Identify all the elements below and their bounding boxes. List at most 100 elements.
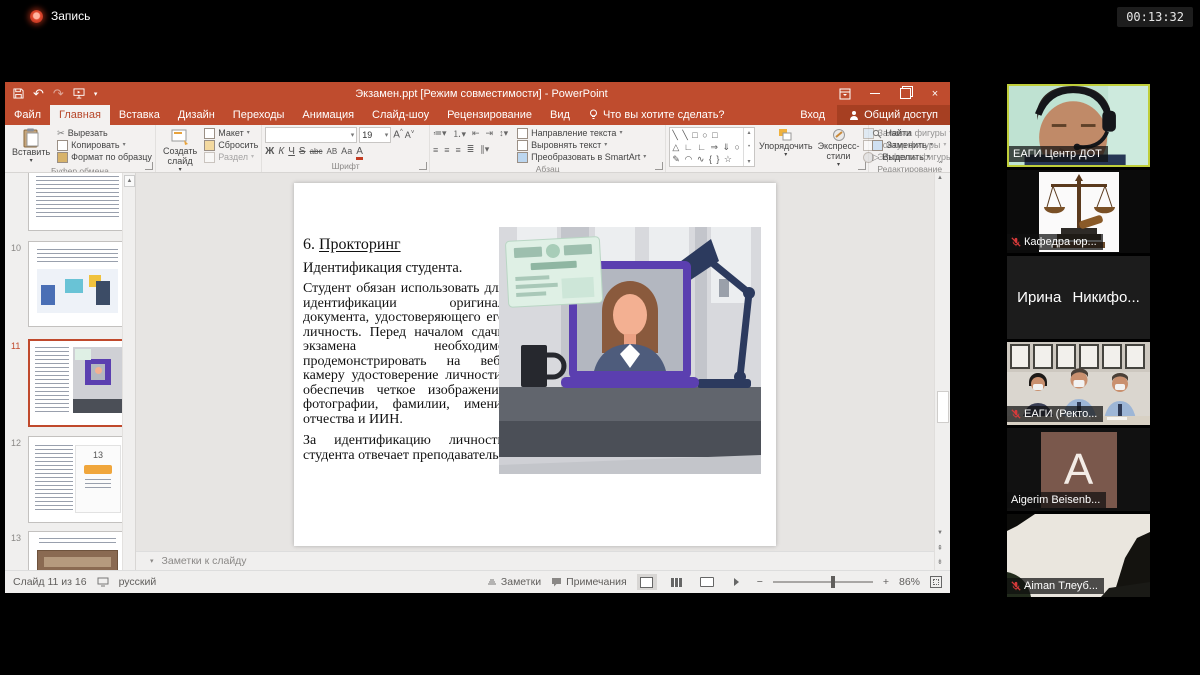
notes-toggle[interactable]: Заметки [487,576,541,588]
tab-review[interactable]: Рецензирование [438,105,541,125]
start-slideshow-icon[interactable] [73,88,85,99]
tab-file[interactable]: Файл [5,105,50,125]
paragraph-dialog-launcher[interactable] [655,162,663,170]
increase-indent-button[interactable]: ⇥ [486,128,494,139]
slide-11[interactable]: 6. Прокторинг Идентификация студента. Ст… [294,183,776,546]
font-dialog-launcher[interactable] [419,162,427,170]
sign-in-button[interactable]: Вход [788,105,837,125]
save-icon[interactable] [13,88,24,99]
normal-view-button[interactable] [637,574,657,590]
tab-home[interactable]: Главная [50,105,110,125]
clipboard-dialog-launcher[interactable] [145,162,153,170]
scrollbar-thumb[interactable] [937,391,949,423]
scroll-up-icon[interactable]: ▲ [937,175,943,181]
shapes-scroll[interactable]: ▴•▾ [743,128,754,166]
underline-button[interactable]: Ч [288,146,295,157]
reading-view-button[interactable] [697,574,717,590]
zoom-slider[interactable] [773,581,873,583]
arrange-button[interactable]: Упорядочить▾ [758,127,814,159]
language-indicator[interactable]: русский [119,576,157,588]
select-button[interactable]: ▷Выделить▾ [872,152,947,163]
zoom-in-button[interactable]: + [883,576,889,588]
participant-tile-irina[interactable]: Ирина Никифо... [1007,256,1150,339]
format-painter-button[interactable]: Формат по образцу [57,152,152,163]
line-spacing-button[interactable]: ↕▾ [499,128,508,139]
restore-button[interactable] [890,82,920,105]
tab-animations[interactable]: Анимация [293,105,363,125]
participant-tile-eagi-rector[interactable]: ЕАГИ (Ректо... [1007,342,1150,425]
shapes-gallery[interactable]: ╲ ╲ □ ○ □ △ ∟ ∟ ⇒ ⇓ ○ ✎ ◠ ∿ { } ☆ ▴•▾ [669,127,755,167]
ribbon-display-options-icon[interactable] [830,82,860,105]
share-button[interactable]: Общий доступ [837,105,950,125]
grow-font-button[interactable]: А^ [393,129,403,140]
tab-insert[interactable]: Вставка [110,105,169,125]
thumbnail-scrollbar[interactable]: ▲ [122,173,135,570]
font-size-combo[interactable]: 19▾ [359,127,391,143]
tab-view[interactable]: Вид [541,105,579,125]
replace-button[interactable]: Заменить▾ [872,140,947,151]
columns-button[interactable]: ∥▾ [480,144,489,155]
scroll-up-icon[interactable]: ▲ [124,175,135,187]
notes-splitter-icon[interactable]: ▾ [150,557,154,565]
copy-button[interactable]: Копировать▾ [57,140,152,151]
tab-slideshow[interactable]: Слайд-шоу [363,105,438,125]
participant-tile-eagi-dot[interactable]: ЕАГИ Центр ДОТ [1007,84,1150,167]
layout-button[interactable]: Макет▾ [204,128,258,139]
align-right-button[interactable]: ≡ [455,145,460,155]
new-slide-button[interactable]: Создать слайд▾ [159,127,201,173]
slide-sorter-view-button[interactable] [667,574,687,590]
zoom-level[interactable]: 86% [899,576,920,588]
reset-button[interactable]: Сбросить [204,140,258,151]
thumbnail-slide-11-selected[interactable] [28,339,129,427]
decrease-indent-button[interactable]: ⇤ [472,128,480,139]
paste-button[interactable]: Вставить▾ [8,127,54,165]
align-center-button[interactable]: ≡ [444,145,449,155]
numbering-button[interactable]: ⒈▾ [452,127,466,140]
display-settings-icon[interactable] [97,577,109,587]
char-spacing-button[interactable]: АВ [327,147,338,156]
thumbnail-slide-13[interactable] [28,531,127,570]
fit-slide-button[interactable] [930,576,942,588]
close-button[interactable]: × [920,82,950,105]
text-direction-button[interactable]: Направление текста▾ [517,128,646,139]
font-name-combo[interactable]: ▾ [265,127,357,143]
italic-button[interactable]: К [278,146,284,157]
tab-design[interactable]: Дизайн [169,105,224,125]
find-button[interactable]: Найти [872,128,947,139]
slideshow-view-button[interactable] [727,574,747,590]
abc-strike-button[interactable]: abc [310,147,323,156]
font-color-button[interactable]: А [356,146,363,160]
drawing-dialog-launcher[interactable] [858,162,866,170]
cut-button[interactable]: ✂Вырезать [57,128,152,139]
paste-dropdown-icon[interactable]: ▾ [30,158,33,165]
slide-text-block[interactable]: 6. Прокторинг Идентификация студента. Ст… [303,236,505,471]
strikethrough-button[interactable]: S [299,146,306,157]
zoom-out-button[interactable]: − [757,576,763,588]
bold-button[interactable]: Ж [265,146,274,157]
zoom-slider-thumb[interactable] [831,576,835,588]
tell-me-box[interactable]: Что вы хотите сделать? [579,105,735,125]
participant-tile-aiman[interactable]: Aiman Тлеуб... [1007,514,1150,597]
participant-tile-kafedra[interactable]: Кафедра юр... [1007,170,1150,253]
tab-transitions[interactable]: Переходы [224,105,294,125]
thumbnail-slide-12[interactable]: 13 [28,436,127,523]
shrink-font-button[interactable]: А˅ [405,130,415,140]
slide-scrollbar[interactable]: ▲ ▼ ⇞ ⇟ [934,173,950,570]
minimize-button[interactable] [860,82,890,105]
bullets-button[interactable]: ≔▾ [433,128,447,139]
thumbnail-slide-9[interactable] [28,173,127,231]
qat-customize-icon[interactable]: ▾ [94,90,98,98]
participant-tile-aigerim[interactable]: A Aigerim Beisenb... [1007,428,1150,511]
next-slide-button[interactable]: ⇟ [937,558,943,566]
justify-button[interactable]: ≣ [467,144,475,155]
notes-pane[interactable]: ▾ Заметки к слайду [136,551,934,570]
undo-icon[interactable]: ↶ [33,87,44,100]
comments-toggle[interactable]: Примечания [551,576,627,588]
smartart-button[interactable]: Преобразовать в SmartArt▾ [517,152,646,163]
change-case-button[interactable]: Аа [341,146,352,156]
align-left-button[interactable]: ≡ [433,145,438,155]
thumbnail-slide-10[interactable] [28,241,127,327]
scroll-down-icon[interactable]: ▼ [937,530,943,536]
quick-styles-button[interactable]: Экспресс-стили▾ [817,127,861,169]
collapse-ribbon-icon[interactable]: ⌃ [937,160,944,169]
